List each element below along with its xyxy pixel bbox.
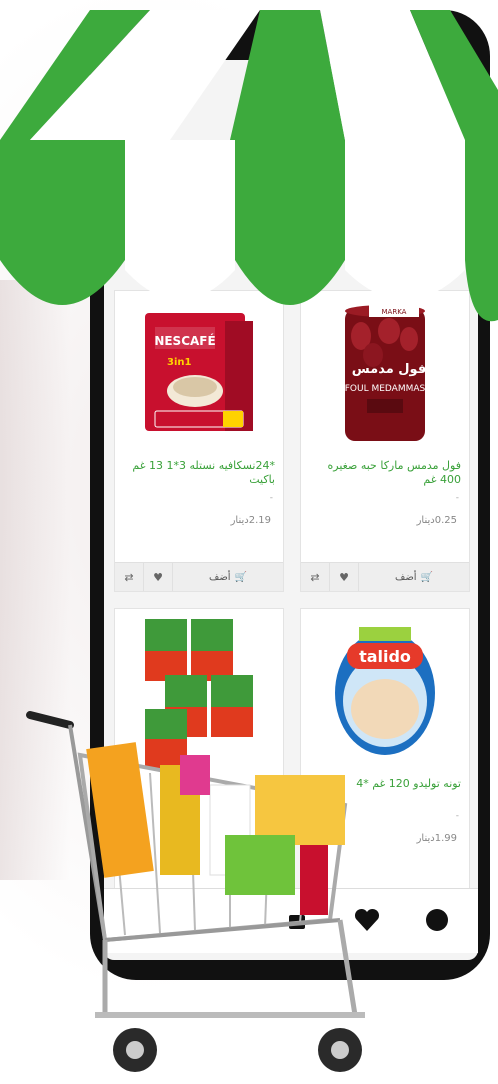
product-card-nescafe[interactable]: NESCAFÉ 3in1 *24نسكافيه نستله 3*1 13 غم … (114, 290, 284, 592)
add-label: أضف (394, 571, 417, 583)
add-to-cart-button[interactable]: 🛒 أضف (173, 563, 283, 591)
heart-icon: ♥ (339, 570, 349, 584)
compare-button[interactable]: ⇄ (115, 563, 144, 591)
product-card-foul[interactable]: MARKA فول مدمس FOUL MEDAMMAS فول مدمس ما… (300, 290, 470, 592)
heart-icon: ♥ (153, 570, 163, 584)
product-title[interactable]: *24نسكافيه نستله 3*1 13 غم باكيت (123, 459, 275, 487)
foul-brand-text: فول مدمس (352, 362, 426, 377)
nescafe-brand-text: NESCAFÉ (154, 333, 215, 348)
product-dash: - (455, 811, 459, 821)
compare-button[interactable]: ⇄ (301, 563, 330, 591)
add-to-cart-button[interactable]: 🛒 أضف (359, 563, 469, 591)
product-price: 2.19دينار (230, 515, 271, 526)
product-actions: 🛒 أضف ♥ ⇄ (301, 562, 469, 591)
shopping-cart-illustration (26, 711, 365, 1072)
product-title[interactable]: فول مدمس ماركا حبه صغيره 400 غم (309, 459, 461, 487)
product-price: 1.99دينار (416, 833, 457, 844)
product-dash: - (455, 493, 459, 503)
foul-en-text: FOUL MEDAMMAS (345, 384, 426, 394)
product-actions: 🛒 أضف ♥ ⇄ (115, 562, 283, 591)
product-dash: - (269, 493, 273, 503)
product-price: 0.25دينار (416, 515, 457, 526)
compare-icon: ⇄ (124, 570, 134, 584)
cart-icon: 🛒 (420, 571, 434, 583)
add-label: أضف (208, 571, 231, 583)
nescafe-sub-text: 3in1 (167, 357, 192, 368)
wishlist-button[interactable]: ♥ (144, 563, 173, 591)
store-awning (0, 10, 498, 322)
circle-icon[interactable] (424, 907, 450, 933)
wishlist-button[interactable]: ♥ (330, 563, 359, 591)
compare-icon: ⇄ (310, 570, 320, 584)
talido-brand-text: talido (359, 647, 411, 666)
cart-icon: 🛒 (234, 571, 248, 583)
